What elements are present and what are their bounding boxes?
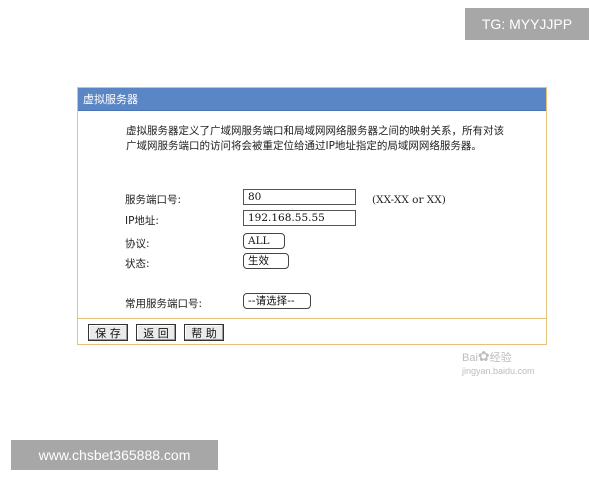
service-port-hint: (XX-XX or XX) — [372, 194, 446, 206]
footer-divider — [78, 318, 546, 319]
protocol-select[interactable]: ALL — [243, 233, 285, 249]
url-badge: www.chsbet365888.com — [11, 440, 218, 470]
help-button[interactable]: 帮 助 — [184, 324, 224, 341]
watermark-brand2: 经验 — [489, 352, 512, 364]
common-port-label: 常用服务端口号: — [125, 298, 203, 310]
baidu-watermark: Bai✿经验 jingyan.baidu.com — [462, 348, 535, 377]
save-button[interactable]: 保 存 — [88, 324, 128, 341]
virtual-server-panel: 虚拟服务器 虚拟服务器定义了广域网服务端口和局域网网络服务器之间的映射关系，所有… — [77, 87, 547, 345]
ip-address-input[interactable] — [243, 210, 356, 226]
status-select[interactable]: 生效 — [243, 253, 289, 269]
tg-badge: TG: MYYJJPP — [465, 8, 589, 40]
panel-title: 虚拟服务器 — [78, 88, 546, 111]
paw-icon: ✿ — [477, 348, 490, 364]
watermark-brand: Bai — [462, 352, 478, 364]
back-button[interactable]: 返 回 — [136, 324, 176, 341]
description-text: 虚拟服务器定义了广域网服务端口和局域网网络服务器之间的映射关系，所有对该广域网服… — [126, 125, 504, 152]
service-port-input[interactable] — [243, 189, 356, 205]
status-label: 状态: — [125, 258, 150, 270]
protocol-label: 协议: — [125, 238, 150, 250]
service-port-label: 服务端口号: — [125, 194, 182, 206]
ip-address-label: IP地址: — [125, 215, 159, 227]
common-port-select[interactable]: --请选择-- — [243, 293, 311, 309]
watermark-sub: jingyan.baidu.com — [462, 366, 535, 376]
